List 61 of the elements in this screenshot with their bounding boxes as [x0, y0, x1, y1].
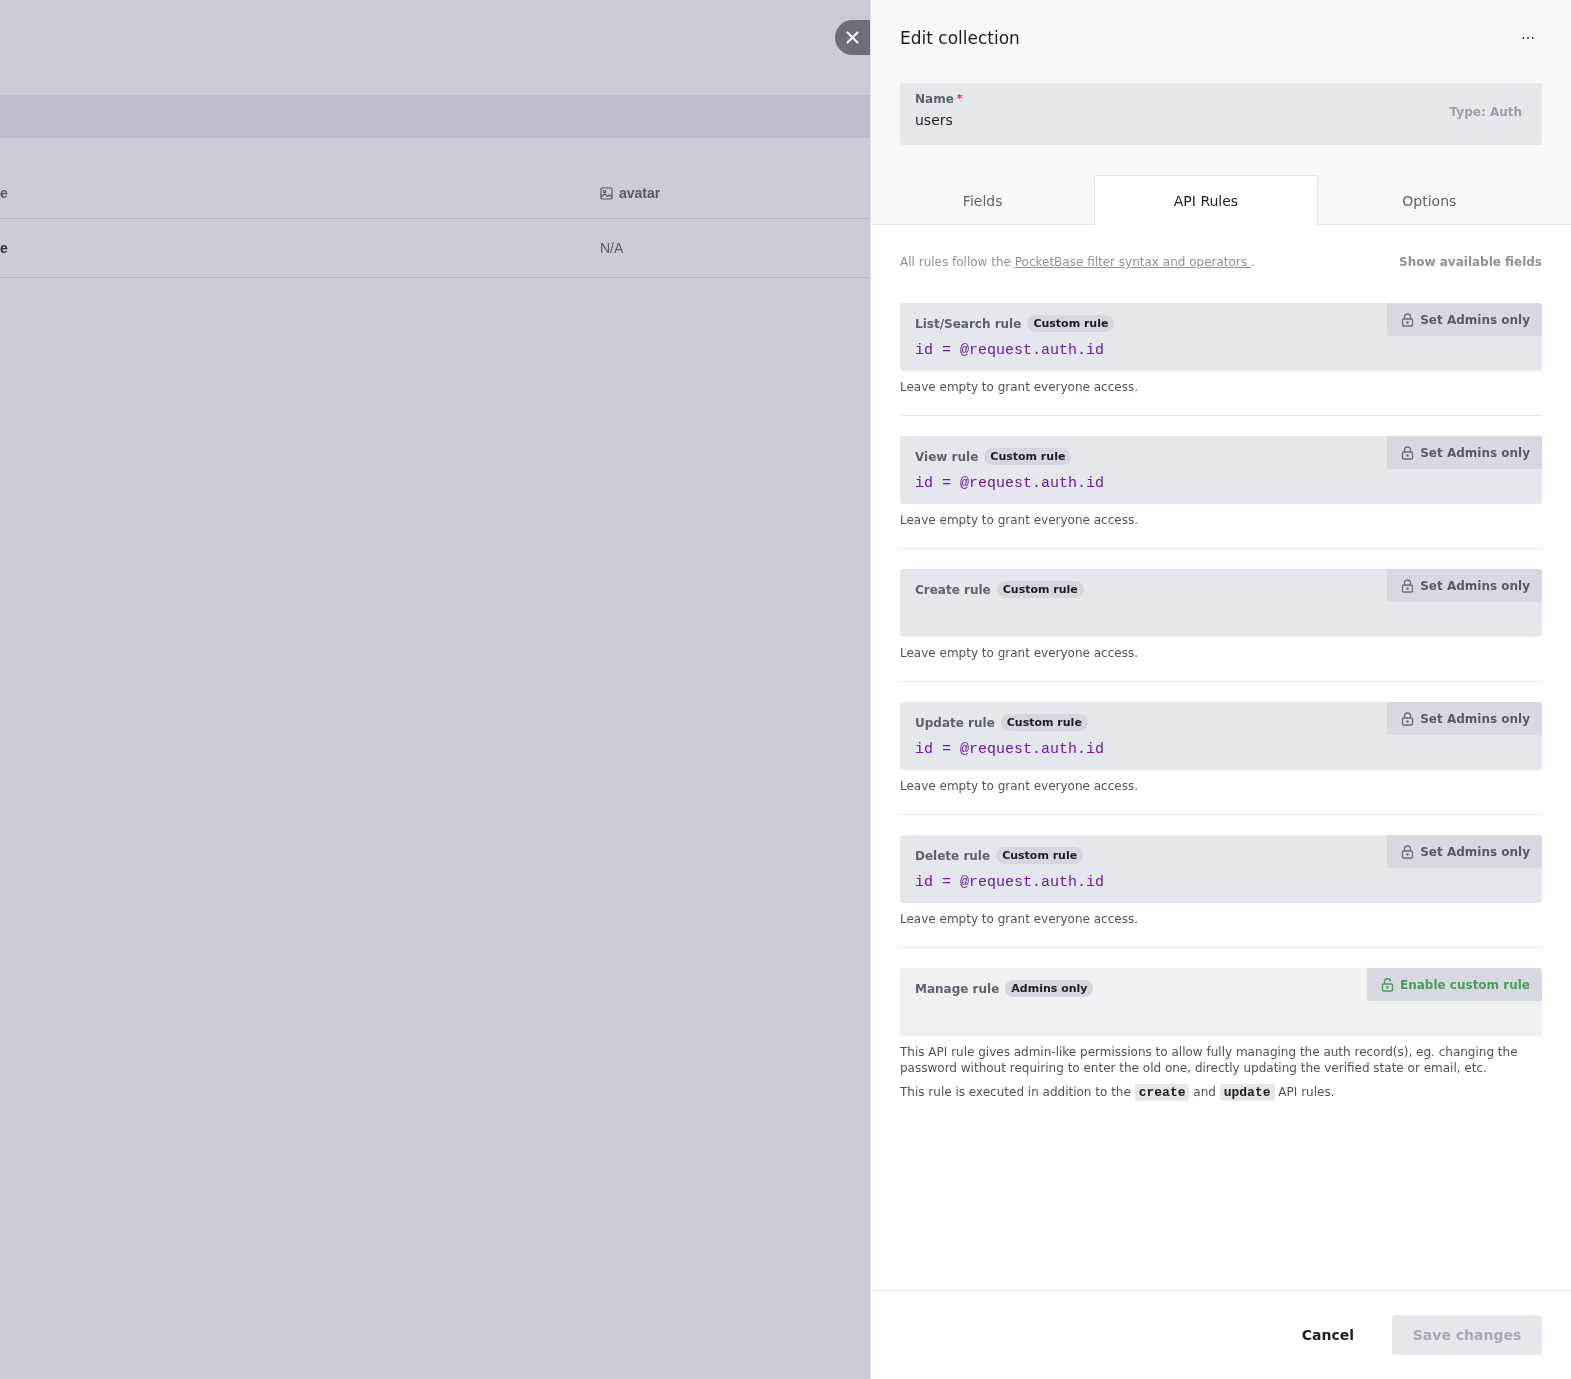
rule-expression: id = @request.auth.id: [915, 874, 1106, 891]
lock-icon: [1401, 445, 1415, 460]
name-field[interactable]: Name * users Type: Auth: [900, 83, 1542, 145]
field-label: Name: [915, 92, 954, 106]
rule-field[interactable]: Update rule Custom rule id = @request.auth.id Set Admins only: [900, 702, 1542, 770]
rule-label: Create rule: [915, 582, 991, 597]
rule-field[interactable]: Manage rule Admins only Enable custom rule: [900, 968, 1542, 1036]
unlocked-lock-icon: [1380, 977, 1394, 992]
column-header: avatar: [619, 185, 661, 201]
lock-icon: [1401, 711, 1415, 726]
help-text: Leave empty to grant everyone access.: [900, 512, 1139, 528]
field-value: users: [915, 112, 953, 128]
lock-icon: [1401, 844, 1415, 859]
type-label: Type: Auth: [1449, 105, 1522, 119]
rule-type-badge: Custom rule: [996, 581, 1084, 598]
tab[interactable]: API Rules: [1094, 175, 1318, 225]
required-mark: *: [956, 92, 963, 105]
rule-type-badge: Custom rule: [1000, 714, 1088, 731]
close-button[interactable]: [835, 20, 870, 55]
rule-expression: id = @request.auth.id: [915, 342, 1106, 359]
docs-link[interactable]: PocketBase filter syntax and operators: [1014, 255, 1251, 269]
rule-label: Delete rule: [915, 848, 991, 863]
set-admins-only-button[interactable]: Set Admins only: [1387, 569, 1542, 602]
rule-field[interactable]: List/Search rule Custom rule id = @request.auth.id Set Admins only: [900, 303, 1542, 371]
tab[interactable]: Options: [1317, 175, 1541, 225]
set-admins-only-button[interactable]: Set Admins only: [1387, 702, 1542, 735]
rule-type-badge: Custom rule: [1027, 315, 1115, 332]
lock-icon: [1401, 312, 1415, 327]
rule-label: List/Search rule: [915, 316, 1022, 331]
table-cell-text: N/A: [600, 240, 625, 256]
rule-type-badge: Custom rule: [996, 847, 1084, 864]
help-text: This API rule gives admin-like permissions to allow fully managing the auth record(s), eg. changing the password without requiring to enter the old one, directly updating the verified state or email, etc.: [900, 1044, 1519, 1076]
rule-label: Update rule: [915, 715, 995, 730]
rule-label: Manage rule: [915, 981, 1000, 996]
rule-type-badge: Admins only: [1005, 980, 1094, 997]
show-fields-link[interactable]: Show available fields: [1399, 255, 1542, 269]
rule-field[interactable]: Create rule Custom rule Set Admins only: [900, 569, 1542, 637]
rule-type-badge: Custom rule: [984, 448, 1072, 465]
rule-expression: id = @request.auth.id: [915, 475, 1106, 492]
set-admins-only-button[interactable]: Set Admins only: [1387, 436, 1542, 469]
column-header: e: [0, 185, 9, 201]
help-text: Leave empty to grant everyone access.: [900, 778, 1139, 794]
help-text: This rule is executed in addition to the create and update API rules.: [900, 1084, 1336, 1101]
help-text: Leave empty to grant everyone access.: [900, 379, 1139, 395]
rule-label: View rule: [915, 449, 979, 464]
rule-field[interactable]: View rule Custom rule id = @request.auth.id Set Admins only: [900, 436, 1542, 504]
image-icon: [600, 186, 613, 200]
set-admins-only-button[interactable]: Set Admins only: [1387, 835, 1542, 868]
lock-icon: [1401, 578, 1415, 593]
cancel-button[interactable]: Cancel: [1287, 1317, 1368, 1353]
table-cell-text: e: [0, 240, 9, 256]
rule-expression: id = @request.auth.id: [915, 741, 1106, 758]
help-text: Leave empty to grant everyone access.: [900, 911, 1139, 927]
intro-text: All rules follow the PocketBase filter syntax and operators .: [900, 255, 1255, 269]
tab[interactable]: Fields: [871, 175, 1095, 225]
close-icon: [846, 31, 859, 44]
rule-field[interactable]: Delete rule Custom rule id = @request.auth.id Set Admins only: [900, 835, 1542, 903]
more-options-button[interactable]: ⋯: [1515, 30, 1542, 46]
panel-title: Edit collection: [900, 28, 1020, 48]
set-admins-only-button[interactable]: Set Admins only: [1387, 303, 1542, 336]
help-text: Leave empty to grant everyone access.: [900, 645, 1139, 661]
